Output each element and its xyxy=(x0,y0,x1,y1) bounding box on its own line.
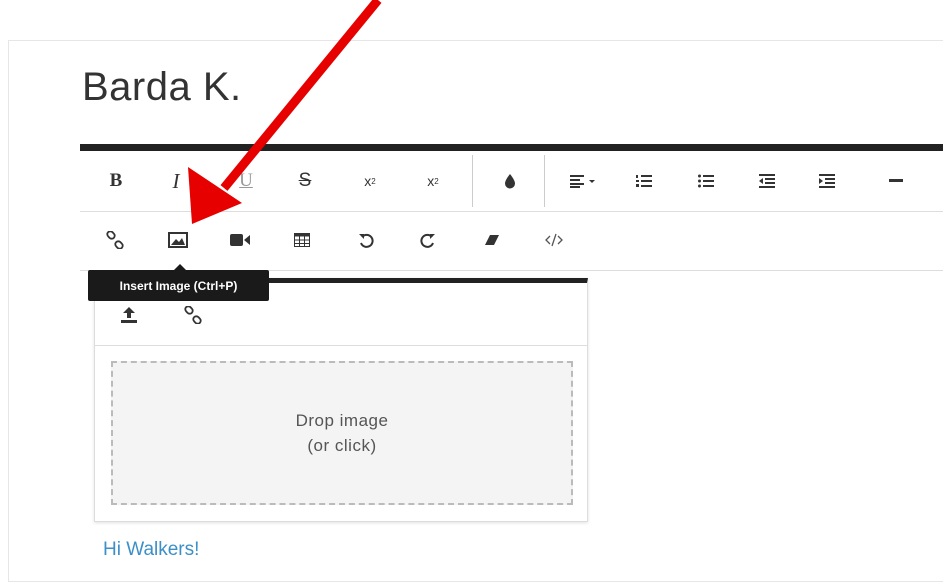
insert-table-button[interactable] xyxy=(282,220,322,260)
eraser-icon xyxy=(485,235,499,245)
underline-button[interactable]: U xyxy=(226,161,266,201)
horizontal-line-icon xyxy=(889,179,903,182)
bold-button[interactable]: B xyxy=(96,161,136,201)
code-view-button[interactable] xyxy=(534,220,574,260)
subscript-button[interactable]: x2 xyxy=(350,161,390,201)
image-icon xyxy=(168,232,188,248)
bullet-list-icon xyxy=(698,174,714,188)
insert-image-button[interactable] xyxy=(158,220,198,260)
toolbar-top-border xyxy=(80,144,943,151)
text-color-button[interactable] xyxy=(490,161,530,201)
unordered-list-button[interactable] xyxy=(686,161,726,201)
table-icon xyxy=(294,233,310,247)
toolbar-separator xyxy=(472,155,473,207)
ordered-list-button[interactable] xyxy=(624,161,664,201)
ordered-list-icon xyxy=(636,175,652,187)
indent-button[interactable] xyxy=(807,161,847,201)
align-dropdown-button[interactable] xyxy=(558,161,610,201)
upload-icon xyxy=(121,307,137,323)
insert-video-button[interactable] xyxy=(220,220,260,260)
code-icon xyxy=(545,233,563,247)
redo-button[interactable] xyxy=(408,220,448,260)
strikethrough-button[interactable]: S xyxy=(285,161,325,201)
link-icon xyxy=(184,306,202,324)
undo-icon xyxy=(359,233,374,248)
outdent-button[interactable] xyxy=(747,161,787,201)
editor-toolbar: B I U S x2 x2 xyxy=(80,151,943,271)
image-dropzone[interactable]: Drop image (or click) xyxy=(111,361,573,505)
redo-icon xyxy=(420,233,435,248)
indent-icon xyxy=(819,174,835,188)
dropzone-line-1: Drop image xyxy=(295,411,389,430)
dropzone-line-2: (or click) xyxy=(307,436,377,455)
superscript-label: x xyxy=(427,173,435,189)
insert-image-tooltip: Insert Image (Ctrl+P) xyxy=(88,264,269,301)
superscript-mark: 2 xyxy=(434,176,439,186)
insert-image-popup: Drop image (or click) xyxy=(94,278,588,522)
toolbar-row-2 xyxy=(80,212,943,270)
upload-image-tab[interactable] xyxy=(109,295,149,335)
image-by-url-tab[interactable] xyxy=(173,295,213,335)
superscript-button[interactable]: x2 xyxy=(413,161,453,201)
droplet-icon xyxy=(505,174,515,189)
insert-link-button[interactable] xyxy=(95,220,135,260)
editor-content-text[interactable]: Hi Walkers! xyxy=(103,539,199,561)
outdent-icon xyxy=(759,174,775,188)
undo-button[interactable] xyxy=(346,220,386,260)
link-icon xyxy=(106,231,124,249)
video-icon xyxy=(230,234,250,246)
toolbar-row-1: B I U S x2 x2 xyxy=(80,151,943,212)
align-left-icon xyxy=(570,175,595,188)
subscript-label: x xyxy=(364,173,372,189)
subscript-mark: 2 xyxy=(371,176,376,186)
italic-button[interactable]: I xyxy=(156,161,196,201)
clear-formatting-button[interactable] xyxy=(472,220,512,260)
toolbar-separator xyxy=(544,155,545,207)
horizontal-rule-button[interactable] xyxy=(876,161,916,201)
page-title: Barda K. xyxy=(82,65,242,109)
